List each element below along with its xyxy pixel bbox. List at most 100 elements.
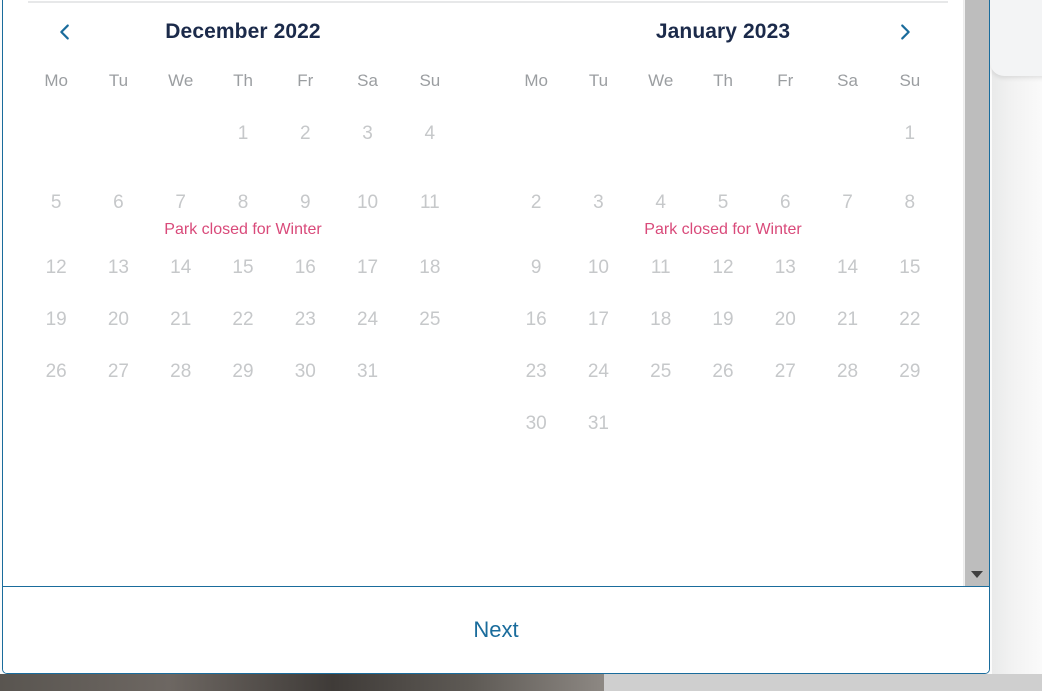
dialog-footer: Next [3,586,989,673]
calendar-day-cell[interactable]: 30 [505,414,567,433]
calendar-day-cell[interactable]: 19 [25,310,87,329]
calendar-month-header: December 2022 [25,1,461,63]
calendar-day-cell[interactable]: 17 [567,310,629,329]
next-button[interactable]: Next [455,611,536,649]
scrollbar-down-arrow-button[interactable] [964,562,989,586]
calendar-day-cell[interactable]: 8 [212,193,274,212]
calendar-months-container: December 2022 Mo Tu We Th Fr Sa Su 1 2 3 4 5 6 7 8 9 10 11… [3,1,963,449]
weekday-label: Sa [357,71,378,90]
calendar-day-cell[interactable]: 26 [692,362,754,381]
calendar-month-panel: December 2022 Mo Tu We Th Fr Sa Su 1 2 3 4 5 6 7 8 9 10 11… [3,1,483,449]
calendar-day-cell[interactable]: 31 [567,414,629,433]
calendar-day-cell[interactable]: 16 [274,258,336,277]
calendar-day-cell[interactable]: 5 [25,193,87,212]
weekday-label: Th [233,71,253,90]
calendar-day-cell[interactable]: 23 [274,310,336,329]
weekday-label: Tu [588,71,609,90]
weekday-label: Th [713,71,733,90]
calendar-day-cell[interactable]: 17 [336,258,398,277]
calendar-day-cell[interactable]: 14 [816,258,878,277]
calendar-day-cell[interactable]: 18 [630,310,692,329]
calendar-day-cell[interactable]: 27 [754,362,816,381]
calendar-day-cell[interactable]: 1 [879,124,941,143]
calendar-day-cell[interactable]: 21 [816,310,878,329]
calendar-day-cell[interactable]: 25 [630,362,692,381]
calendar-day-cell[interactable]: 29 [879,362,941,381]
calendar-day-cell[interactable]: 7 [816,193,878,212]
weekday-header-row: Mo Tu We Th Fr Sa Su [505,63,941,99]
weekday-label: Fr [297,71,314,90]
weekday-label: Mo [524,71,548,90]
calendar-day-cell[interactable]: 25 [399,310,461,329]
calendar-week-row: 19 20 21 22 23 24 25 [25,293,461,345]
calendar-week-row: 9 10 11 12 13 14 15 [505,241,941,293]
calendar-month-panel: January 2023 Mo Tu We Th Fr Sa Su 1 2 3 4 5 6 7 8 Park c… [483,1,963,449]
background-right-fill [992,0,1042,674]
calendar-day-cell[interactable]: 20 [87,310,149,329]
background-photo-strip [0,674,604,691]
calendar-week-note: Park closed for Winter [164,221,322,238]
calendar-day-cell[interactable]: 4 [630,193,692,212]
calendar-day-cell[interactable]: 22 [212,310,274,329]
calendar-day-cell[interactable]: 2 [505,193,567,212]
calendar-day-cell[interactable]: 10 [567,258,629,277]
calendar-day-cell[interactable]: 2 [274,124,336,143]
calendar-day-cell[interactable]: 16 [505,310,567,329]
calendar-day-cell[interactable]: 22 [879,310,941,329]
calendar-day-cell[interactable]: 19 [692,310,754,329]
calendar-day-cell[interactable]: 13 [87,258,149,277]
calendar-day-cell[interactable]: 9 [505,258,567,277]
calendar-day-cell[interactable]: 28 [816,362,878,381]
calendar-week-row: 12 13 14 15 16 17 18 [25,241,461,293]
calendar-day-cell[interactable]: 6 [87,193,149,212]
calendar-day-cell[interactable]: 12 [692,258,754,277]
calendar-day-cell[interactable]: 11 [399,193,461,212]
calendar-day-cell[interactable]: 23 [505,362,567,381]
calendar-day-cell[interactable]: 15 [212,258,274,277]
calendar-day-cell[interactable]: 12 [25,258,87,277]
chevron-right-icon [894,21,916,43]
weekday-label: We [648,71,674,90]
calendar-day-cell[interactable]: 28 [150,362,212,381]
weekday-label: Fr [777,71,794,90]
calendar-day-cell[interactable]: 29 [212,362,274,381]
calendar-week-row: 26 27 28 29 30 31 [25,345,461,397]
page-background: December 2022 Mo Tu We Th Fr Sa Su 1 2 3 4 5 6 7 8 9 10 11… [0,0,1042,691]
calendar-weeks: 1 2 3 4 5 6 7 8 9 10 11 Park closed for Winter 12 13 1… [25,107,461,397]
previous-month-button[interactable] [47,14,83,50]
calendar-day-cell[interactable]: 14 [150,258,212,277]
calendar-day-cell[interactable]: 26 [25,362,87,381]
background-light-strip [604,674,1042,691]
dialog-scroll-body: December 2022 Mo Tu We Th Fr Sa Su 1 2 3 4 5 6 7 8 9 10 11… [3,0,989,586]
calendar-day-cell[interactable]: 24 [567,362,629,381]
calendar-day-cell[interactable]: 30 [274,362,336,381]
next-month-button[interactable] [887,14,923,50]
calendar-day-cell[interactable]: 24 [336,310,398,329]
calendar-day-cell[interactable]: 31 [336,362,398,381]
vertical-scrollbar[interactable] [963,0,989,586]
calendar-day-cell[interactable]: 10 [336,193,398,212]
calendar-day-cell[interactable]: 3 [567,193,629,212]
calendar-day-cell[interactable]: 6 [754,193,816,212]
calendar-day-cell[interactable]: 18 [399,258,461,277]
calendar-day-cell[interactable]: 9 [274,193,336,212]
calendar-day-cell[interactable]: 3 [336,124,398,143]
weekday-label: We [168,71,194,90]
calendar-day-cell[interactable]: 27 [87,362,149,381]
calendar-day-cell[interactable]: 1 [212,124,274,143]
calendar-day-cell[interactable]: 11 [630,258,692,277]
calendar-day-cell[interactable]: 4 [399,124,461,143]
calendar-day-cell[interactable]: 8 [879,193,941,212]
calendar-day-cell[interactable]: 21 [150,310,212,329]
weekday-header-row: Mo Tu We Th Fr Sa Su [25,63,461,99]
calendar-day-cell[interactable]: 5 [692,193,754,212]
calendar-week-row: 1 [505,107,941,159]
scrollbar-thumb[interactable] [965,0,989,586]
calendar-day-cell[interactable]: 13 [754,258,816,277]
calendar-month-title: December 2022 [165,20,321,43]
calendar-day-cell[interactable]: 20 [754,310,816,329]
weekday-label: Su [899,71,921,90]
calendar-day-cell[interactable]: 7 [150,193,212,212]
calendar-week-row: 23 24 25 26 27 28 29 [505,345,941,397]
calendar-day-cell[interactable]: 15 [879,258,941,277]
